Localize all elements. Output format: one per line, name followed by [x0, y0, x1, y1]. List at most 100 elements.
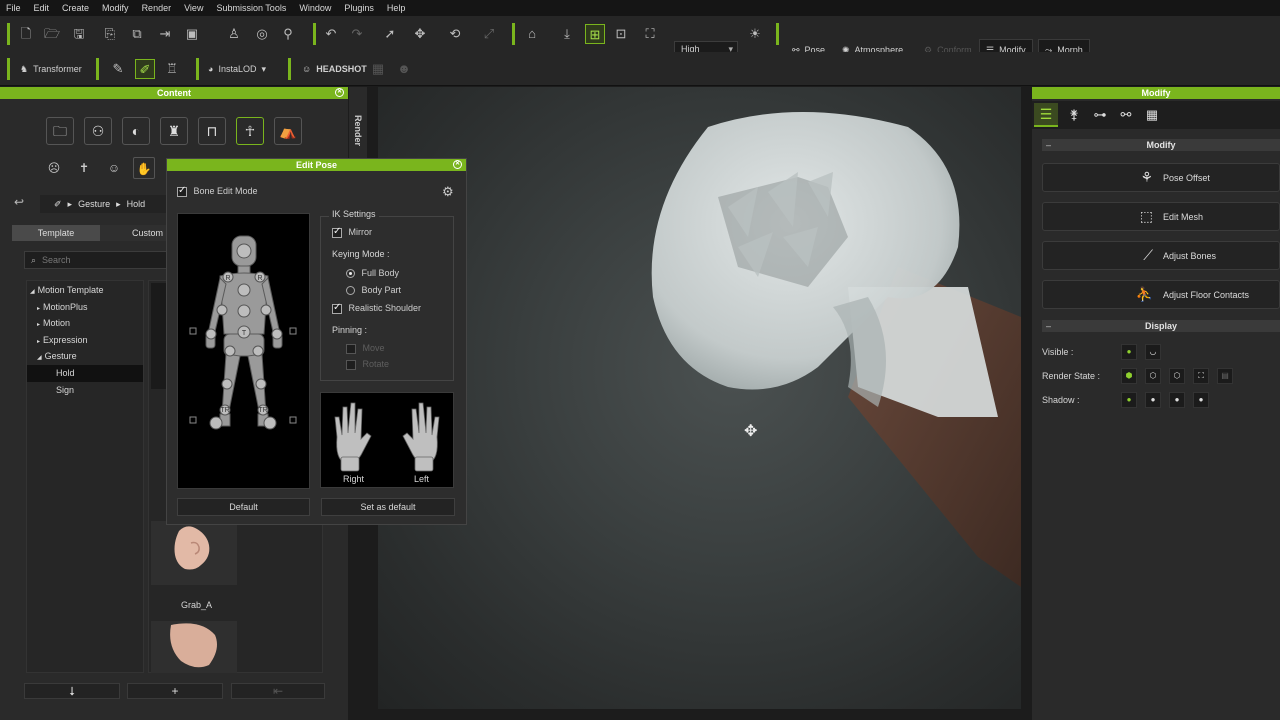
menu-edit[interactable]: Edit — [34, 3, 50, 13]
display-section-header[interactable]: – Display — [1042, 320, 1280, 332]
headshot-option-icon[interactable]: ▦ — [368, 59, 388, 79]
render-box-icon[interactable]: ⛶ — [1193, 368, 1209, 384]
body-motion-icon[interactable]: ✝ — [73, 157, 95, 179]
material-icon[interactable]: ◐ — [122, 117, 150, 145]
camera-icon[interactable]: ◎ — [252, 24, 272, 44]
back-icon[interactable]: ↩ — [14, 195, 24, 209]
tree-item[interactable]: ◢ Gesture — [27, 348, 143, 365]
edit-pose-titlebar[interactable]: Edit Pose ✕ — [167, 159, 466, 171]
edit-pose-icon[interactable]: ✐ — [135, 59, 155, 79]
home-icon[interactable]: ⌂ — [522, 24, 542, 44]
bone-edit-mode-checkbox[interactable]: Bone Edit Mode — [177, 185, 258, 197]
tree-item[interactable]: ▸ Motion — [27, 315, 143, 332]
material-tab-icon[interactable]: ⚯ — [1114, 103, 1138, 127]
face-motion-icon[interactable]: ☺ — [103, 157, 125, 179]
menu-submission-tools[interactable]: Submission Tools — [216, 3, 286, 13]
pose-offset-button[interactable]: ⚘ Pose Offset — [1042, 163, 1280, 192]
default-button[interactable]: Default — [177, 498, 310, 516]
thumbnail-grab-a[interactable] — [151, 521, 237, 585]
tree-arrow-icon[interactable]: ▸ — [37, 322, 40, 328]
menu-modify[interactable]: Modify — [102, 3, 129, 13]
edit-mesh-button[interactable]: ⬚ Edit Mesh — [1042, 202, 1280, 231]
character-icon[interactable]: ♙ — [224, 24, 244, 44]
adjust-bones-button[interactable]: ⟋ Adjust Bones — [1042, 241, 1280, 270]
mesh-icon[interactable]: ♖ — [162, 59, 182, 79]
tree-arrow-icon[interactable]: ▸ — [37, 339, 40, 345]
close-icon[interactable]: ✕ — [335, 88, 344, 97]
hand-motion-icon[interactable]: ✋ — [133, 157, 155, 179]
add-button[interactable]: + — [127, 683, 223, 699]
project-folder-icon[interactable]: 🗀 — [46, 117, 74, 145]
shadow-receive-icon[interactable]: ● — [1169, 392, 1185, 408]
scale-icon[interactable]: ⤢ — [479, 24, 499, 44]
scene-icon[interactable]: ⛺ — [274, 117, 302, 145]
undo-icon[interactable]: ↶ — [321, 24, 341, 44]
redo-icon[interactable]: ↷ — [347, 24, 367, 44]
cloth-icon[interactable]: ♜ — [160, 117, 188, 145]
frame-icon[interactable]: ⛶ — [640, 24, 660, 44]
modify-section-header[interactable]: – Modify — [1042, 139, 1280, 151]
new-file-icon[interactable]: 🗋 — [16, 24, 36, 44]
headshot-button[interactable]: ☺ HEADSHOT — [296, 58, 373, 80]
menu-window[interactable]: Window — [299, 3, 331, 13]
prop-icon[interactable]: ⊓ — [198, 117, 226, 145]
move-icon[interactable]: ✥ — [410, 24, 430, 44]
tree-item[interactable]: Sign — [27, 382, 143, 399]
motion-icon[interactable]: ☥ — [236, 117, 264, 145]
mirror-checkbox[interactable]: Mirror — [332, 226, 372, 238]
head-motion-icon[interactable]: ☹ — [43, 157, 65, 179]
head-icon[interactable]: ☻ — [394, 59, 414, 79]
export-icon[interactable]: ⇥ — [155, 24, 175, 44]
tab-template[interactable]: Template — [12, 225, 100, 241]
pin-rotate-checkbox[interactable]: Rotate — [346, 359, 389, 370]
save-icon[interactable]: 🖫 — [69, 24, 89, 44]
render-xray-icon[interactable]: ▤ — [1217, 368, 1233, 384]
shadow-cast-icon[interactable]: ● — [1145, 392, 1161, 408]
menu-render[interactable]: Render — [142, 3, 172, 13]
tree-arrow-icon[interactable]: ◢ — [37, 355, 42, 361]
download-button[interactable]: ⭣ — [24, 683, 120, 699]
shadow-off-icon[interactable]: ● — [1193, 392, 1209, 408]
actor-icon[interactable]: ⚇ — [84, 117, 112, 145]
align-tab-icon[interactable]: ⊶ — [1088, 103, 1112, 127]
menu-view[interactable]: View — [184, 3, 203, 13]
merge-icon[interactable]: ⧉ — [127, 24, 147, 44]
set-as-default-button[interactable]: Set as default — [321, 498, 455, 516]
body-part-radio[interactable]: Body Part — [346, 285, 401, 296]
snap-icon[interactable]: ⊞ — [585, 24, 605, 44]
open-folder-icon[interactable]: 🗁 — [42, 24, 62, 44]
tree-arrow-icon[interactable]: ◢ — [30, 289, 35, 295]
hand-bone-map[interactable]: Right Left — [320, 392, 454, 488]
drop-to-floor-icon[interactable]: ⤓ — [557, 24, 577, 44]
full-body-radio[interactable]: Full Body — [346, 268, 399, 279]
visible-on-icon[interactable]: ● — [1121, 344, 1137, 360]
breadcrumb-gesture[interactable]: Gesture — [78, 199, 110, 209]
tree-item[interactable]: ◢ Motion Template — [27, 282, 143, 299]
light-icon[interactable]: ⚲ — [278, 24, 298, 44]
transformer-button[interactable]: ♞ Transformer — [14, 58, 88, 80]
breadcrumb-hold[interactable]: Hold — [127, 199, 146, 209]
menu-help[interactable]: Help — [387, 3, 406, 13]
render-solid-icon[interactable]: ⬢ — [1121, 368, 1137, 384]
adjust-floor-contacts-button[interactable]: ⛹ Adjust Floor Contacts — [1042, 280, 1280, 309]
menu-plugins[interactable]: Plugins — [344, 3, 374, 13]
3d-viewport[interactable]: ✥ — [378, 87, 1021, 709]
motion-tab-icon[interactable]: ⚵ — [1062, 103, 1086, 127]
render-side-tab[interactable]: Render — [349, 87, 367, 167]
brush-icon[interactable]: ✎ — [108, 59, 128, 79]
pivot-icon[interactable]: ⊡ — [611, 24, 631, 44]
rotate-icon[interactable]: ⟲ — [445, 24, 465, 44]
tree-item[interactable]: ▸ MotionPlus — [27, 299, 143, 316]
body-bone-map[interactable]: R R T TR TR — [177, 213, 310, 489]
render-icon[interactable]: ▣ — [182, 24, 202, 44]
render-flat-icon[interactable]: ⬡ — [1145, 368, 1161, 384]
tree-item[interactable]: ▸ Expression — [27, 332, 143, 349]
shadow-on-icon[interactable]: ● — [1121, 392, 1137, 408]
sun-icon[interactable]: ☀ — [745, 24, 765, 44]
thumbnail-item[interactable] — [151, 621, 237, 673]
search-input[interactable]: ⌕ Search — [24, 251, 184, 269]
realistic-shoulder-checkbox[interactable]: Realistic Shoulder — [332, 302, 421, 314]
attributes-tab-icon[interactable]: ☰ — [1034, 103, 1058, 127]
settings-gear-icon[interactable]: ⚙ — [442, 184, 454, 200]
menu-file[interactable]: File — [6, 3, 21, 13]
